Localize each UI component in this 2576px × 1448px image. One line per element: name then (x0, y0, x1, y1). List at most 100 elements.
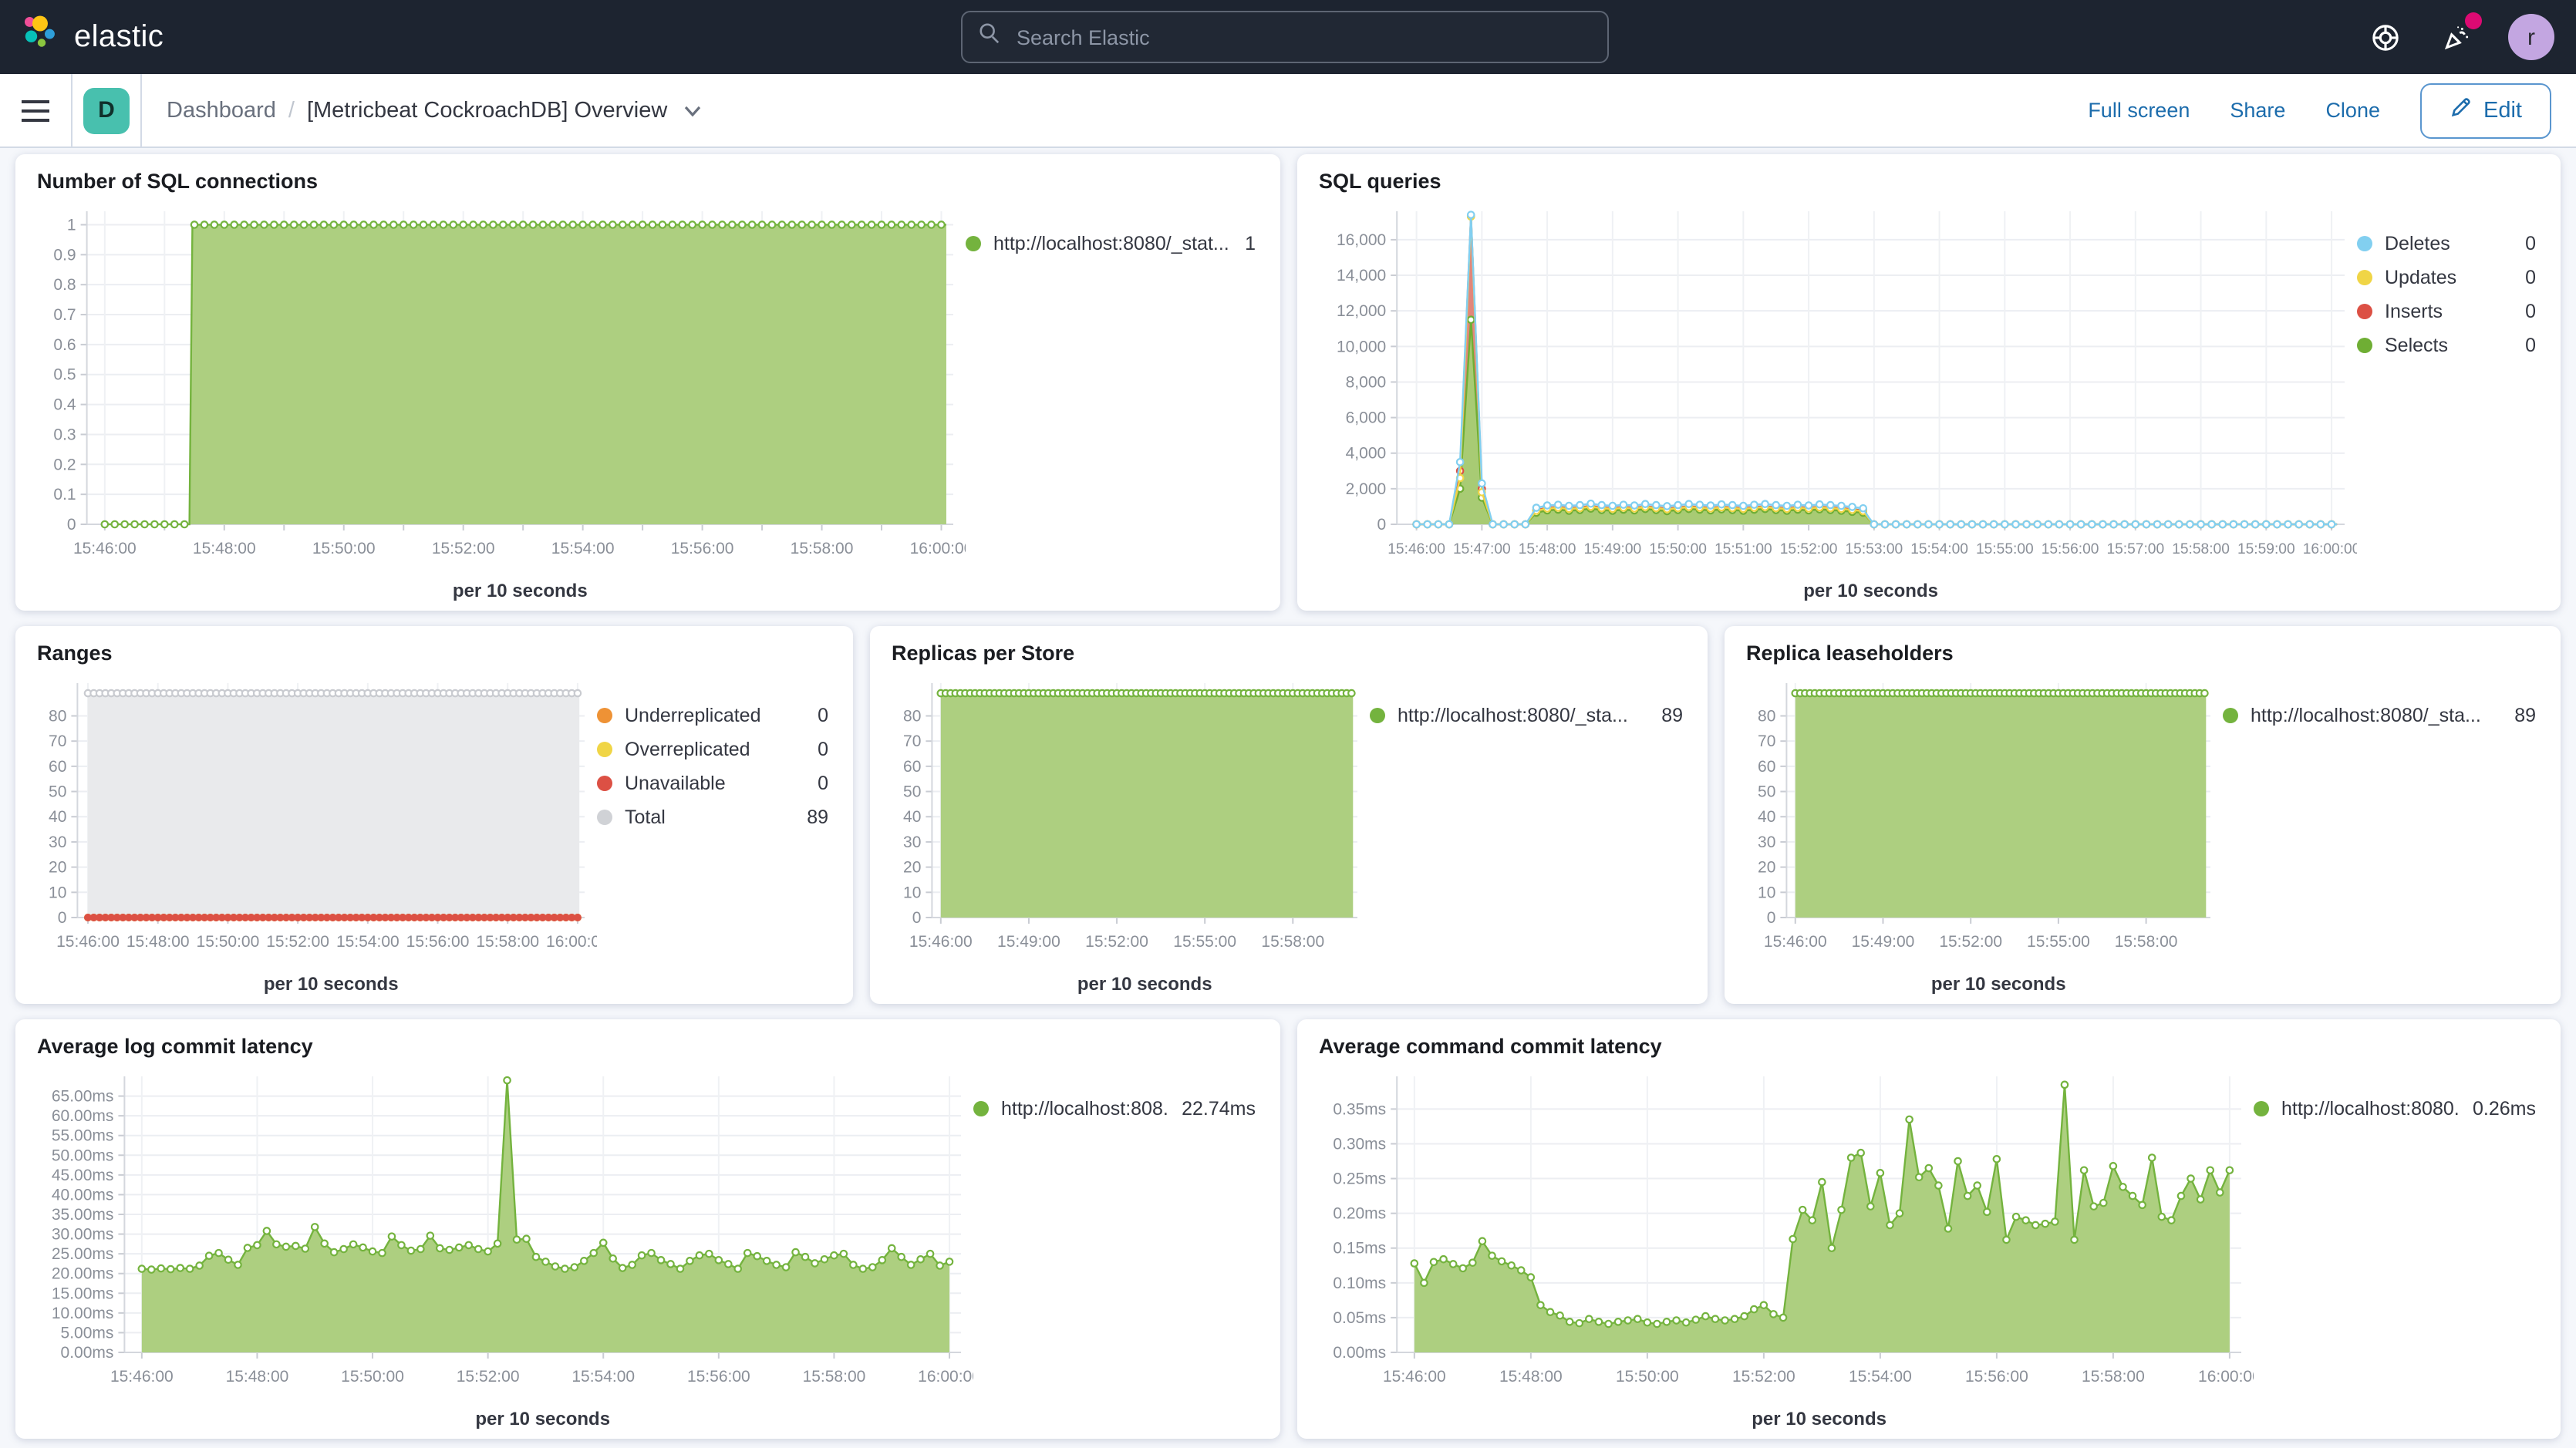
edit-button[interactable]: Edit (2420, 83, 2551, 138)
legend-item[interactable]: Unavailable 0 (597, 766, 831, 800)
space-badge[interactable]: D (83, 87, 130, 133)
search-input[interactable] (1013, 24, 1592, 50)
clone-button[interactable]: Clone (2325, 99, 2380, 122)
legend-value: 89 (807, 807, 831, 828)
panel-row-2: Ranges 0102030405060708015:46:0015:48:00… (15, 626, 2561, 1004)
panel-title: Replicas per Store (892, 641, 1686, 665)
svg-text:15:53:00: 15:53:00 (1845, 541, 1903, 557)
dashboard-panel: Average log commit latency 0.00ms5.00ms1… (15, 1019, 1280, 1439)
svg-text:30: 30 (903, 833, 921, 851)
kibana-app: elastic (0, 0, 2576, 1448)
full-screen-button[interactable]: Full screen (2088, 99, 2190, 122)
svg-text:per 10 seconds: per 10 seconds (264, 974, 399, 995)
help-icon[interactable] (2366, 19, 2403, 56)
legend-label[interactable]: Inserts (2385, 301, 2443, 322)
legend-dot (597, 742, 612, 757)
legend-item[interactable]: Underreplicated0 (597, 699, 831, 732)
legend-item[interactable]: http://localhost:8080/_sta... 89 (1370, 699, 1686, 732)
legend-label[interactable]: Total (625, 807, 666, 828)
legend-label[interactable]: http://localhost:8080/_sta... (2251, 705, 2481, 726)
legend-label[interactable]: http://localhost:8080/_sta... (1398, 705, 1628, 726)
newsfeed-icon[interactable] (2437, 19, 2474, 56)
legend-item[interactable]: Inserts0 (2357, 295, 2539, 328)
svg-text:16:00:00: 16:00:00 (918, 1368, 973, 1386)
panel-title: Replica leaseholders (1746, 641, 2539, 665)
legend-label[interactable]: Underreplicated (625, 705, 761, 726)
svg-text:60: 60 (903, 758, 921, 776)
legend-value: 0.26ms (2473, 1098, 2539, 1120)
svg-text:15:48:00: 15:48:00 (193, 540, 256, 557)
svg-text:16:00:00: 16:00:00 (546, 933, 597, 951)
legend-label[interactable]: Selects (2385, 335, 2448, 356)
legend-item[interactable]: http://localhost:8080... 0.26ms (2254, 1092, 2539, 1126)
dashboard-toolbar: D Dashboard / [Metricbeat CockroachDB] O… (0, 74, 2576, 148)
legend-dot (2357, 236, 2372, 251)
svg-text:10.00ms: 10.00ms (52, 1305, 114, 1322)
legend-item[interactable]: http://localhost:8080/_stat...1 (966, 227, 1259, 261)
dashboard-panel: Average command commit latency 0.00ms0.0… (1297, 1019, 2561, 1439)
elastic-logo[interactable]: elastic (0, 14, 164, 60)
chart[interactable]: 0102030405060708015:46:0015:49:0015:52:0… (892, 668, 1370, 1001)
legend-item[interactable]: Overreplicated0 (597, 732, 831, 766)
legend-label[interactable]: Deletes (2385, 233, 2450, 254)
toolbar-actions: Full screen Share Clone Edit (2088, 83, 2576, 138)
page-title: [Metricbeat CockroachDB] Overview (307, 98, 667, 123)
legend-item[interactable]: Updates0 (2357, 261, 2539, 295)
svg-text:0.3: 0.3 (53, 426, 76, 443)
dashboard-panel: Ranges 0102030405060708015:46:0015:48:00… (15, 626, 853, 1004)
panel-body: 0102030405060708015:46:0015:48:0015:50:0… (37, 668, 831, 1001)
global-search[interactable] (961, 11, 1609, 63)
legend-label[interactable]: http://localhost:8080/_stat... (993, 233, 1229, 254)
legend-item[interactable]: Deletes0 (2357, 227, 2539, 261)
svg-text:0.25ms: 0.25ms (1333, 1170, 1386, 1188)
svg-text:15:58:00: 15:58:00 (2082, 1368, 2145, 1386)
svg-text:0.5: 0.5 (53, 366, 76, 384)
svg-text:15:56:00: 15:56:00 (687, 1368, 750, 1386)
chart[interactable]: 02,0004,0006,0008,00010,00012,00014,0001… (1319, 196, 2357, 608)
chart[interactable]: 00.10.20.30.40.50.60.70.80.9115:46:0015:… (37, 196, 966, 608)
legend-value: 89 (1661, 705, 1686, 726)
svg-text:0.00ms: 0.00ms (1333, 1344, 1386, 1362)
svg-text:8,000: 8,000 (1346, 373, 1387, 391)
share-button[interactable]: Share (2230, 99, 2285, 122)
legend-label[interactable]: Unavailable (625, 773, 726, 794)
svg-text:40: 40 (903, 808, 921, 826)
chart[interactable]: 0102030405060708015:46:0015:49:0015:52:0… (1746, 668, 2223, 1001)
svg-text:0: 0 (1767, 909, 1776, 927)
panel-title: Number of SQL connections (37, 170, 1259, 193)
svg-text:15:52:00: 15:52:00 (1780, 541, 1838, 557)
chart-legend: http://localhost:8080... 0.26ms (2254, 1061, 2539, 1436)
breadcrumb-dashboard[interactable]: Dashboard (167, 98, 276, 123)
svg-text:0.00ms: 0.00ms (61, 1344, 114, 1362)
svg-text:0: 0 (58, 909, 67, 927)
svg-text:15:56:00: 15:56:00 (2042, 541, 2099, 557)
title-chevron-down-icon[interactable] (683, 98, 701, 123)
legend-item[interactable]: Total 89 (597, 800, 831, 834)
legend-label[interactable]: http://localhost:8080... (2281, 1098, 2460, 1120)
panel-body: 0102030405060708015:46:0015:49:0015:52:0… (892, 668, 1686, 1001)
legend-item[interactable]: http://localhost:8080/_sta...89 (2223, 699, 2539, 732)
legend-item[interactable]: Selects0 (2357, 328, 2539, 362)
chart[interactable]: 0.00ms0.05ms0.10ms0.15ms0.20ms0.25ms0.30… (1319, 1061, 2254, 1436)
svg-text:14,000: 14,000 (1337, 267, 1386, 285)
user-avatar[interactable]: r (2508, 14, 2554, 60)
svg-text:15:54:00: 15:54:00 (336, 933, 400, 951)
dashboard-panel: Replica leaseholders 0102030405060708015… (1725, 626, 2561, 1004)
panel-title: SQL queries (1319, 170, 2539, 193)
legend-value: 0 (818, 773, 831, 794)
chart[interactable]: 0102030405060708015:46:0015:48:0015:50:0… (37, 668, 597, 1001)
svg-text:40: 40 (1758, 808, 1775, 826)
panel-body: 0.00ms5.00ms10.00ms15.00ms20.00ms25.00ms… (37, 1061, 1259, 1436)
legend-label[interactable]: http://localhost:808... (1001, 1098, 1169, 1120)
svg-text:12,000: 12,000 (1337, 302, 1386, 320)
legend-label[interactable]: Overreplicated (625, 739, 750, 760)
legend-label[interactable]: Updates (2385, 267, 2456, 288)
chart[interactable]: 0.00ms5.00ms10.00ms15.00ms20.00ms25.00ms… (37, 1061, 973, 1436)
svg-text:15:46:00: 15:46:00 (56, 933, 120, 951)
chart-legend: http://localhost:8080/_sta...89 (2223, 668, 2539, 1001)
menu-icon[interactable] (0, 74, 71, 146)
legend-item[interactable]: http://localhost:808...22.74ms (973, 1092, 1259, 1126)
svg-text:0.7: 0.7 (53, 306, 76, 324)
chart-legend: Deletes0Updates0Inserts0Selects0 (2357, 196, 2539, 608)
svg-text:15:56:00: 15:56:00 (1965, 1368, 2028, 1386)
